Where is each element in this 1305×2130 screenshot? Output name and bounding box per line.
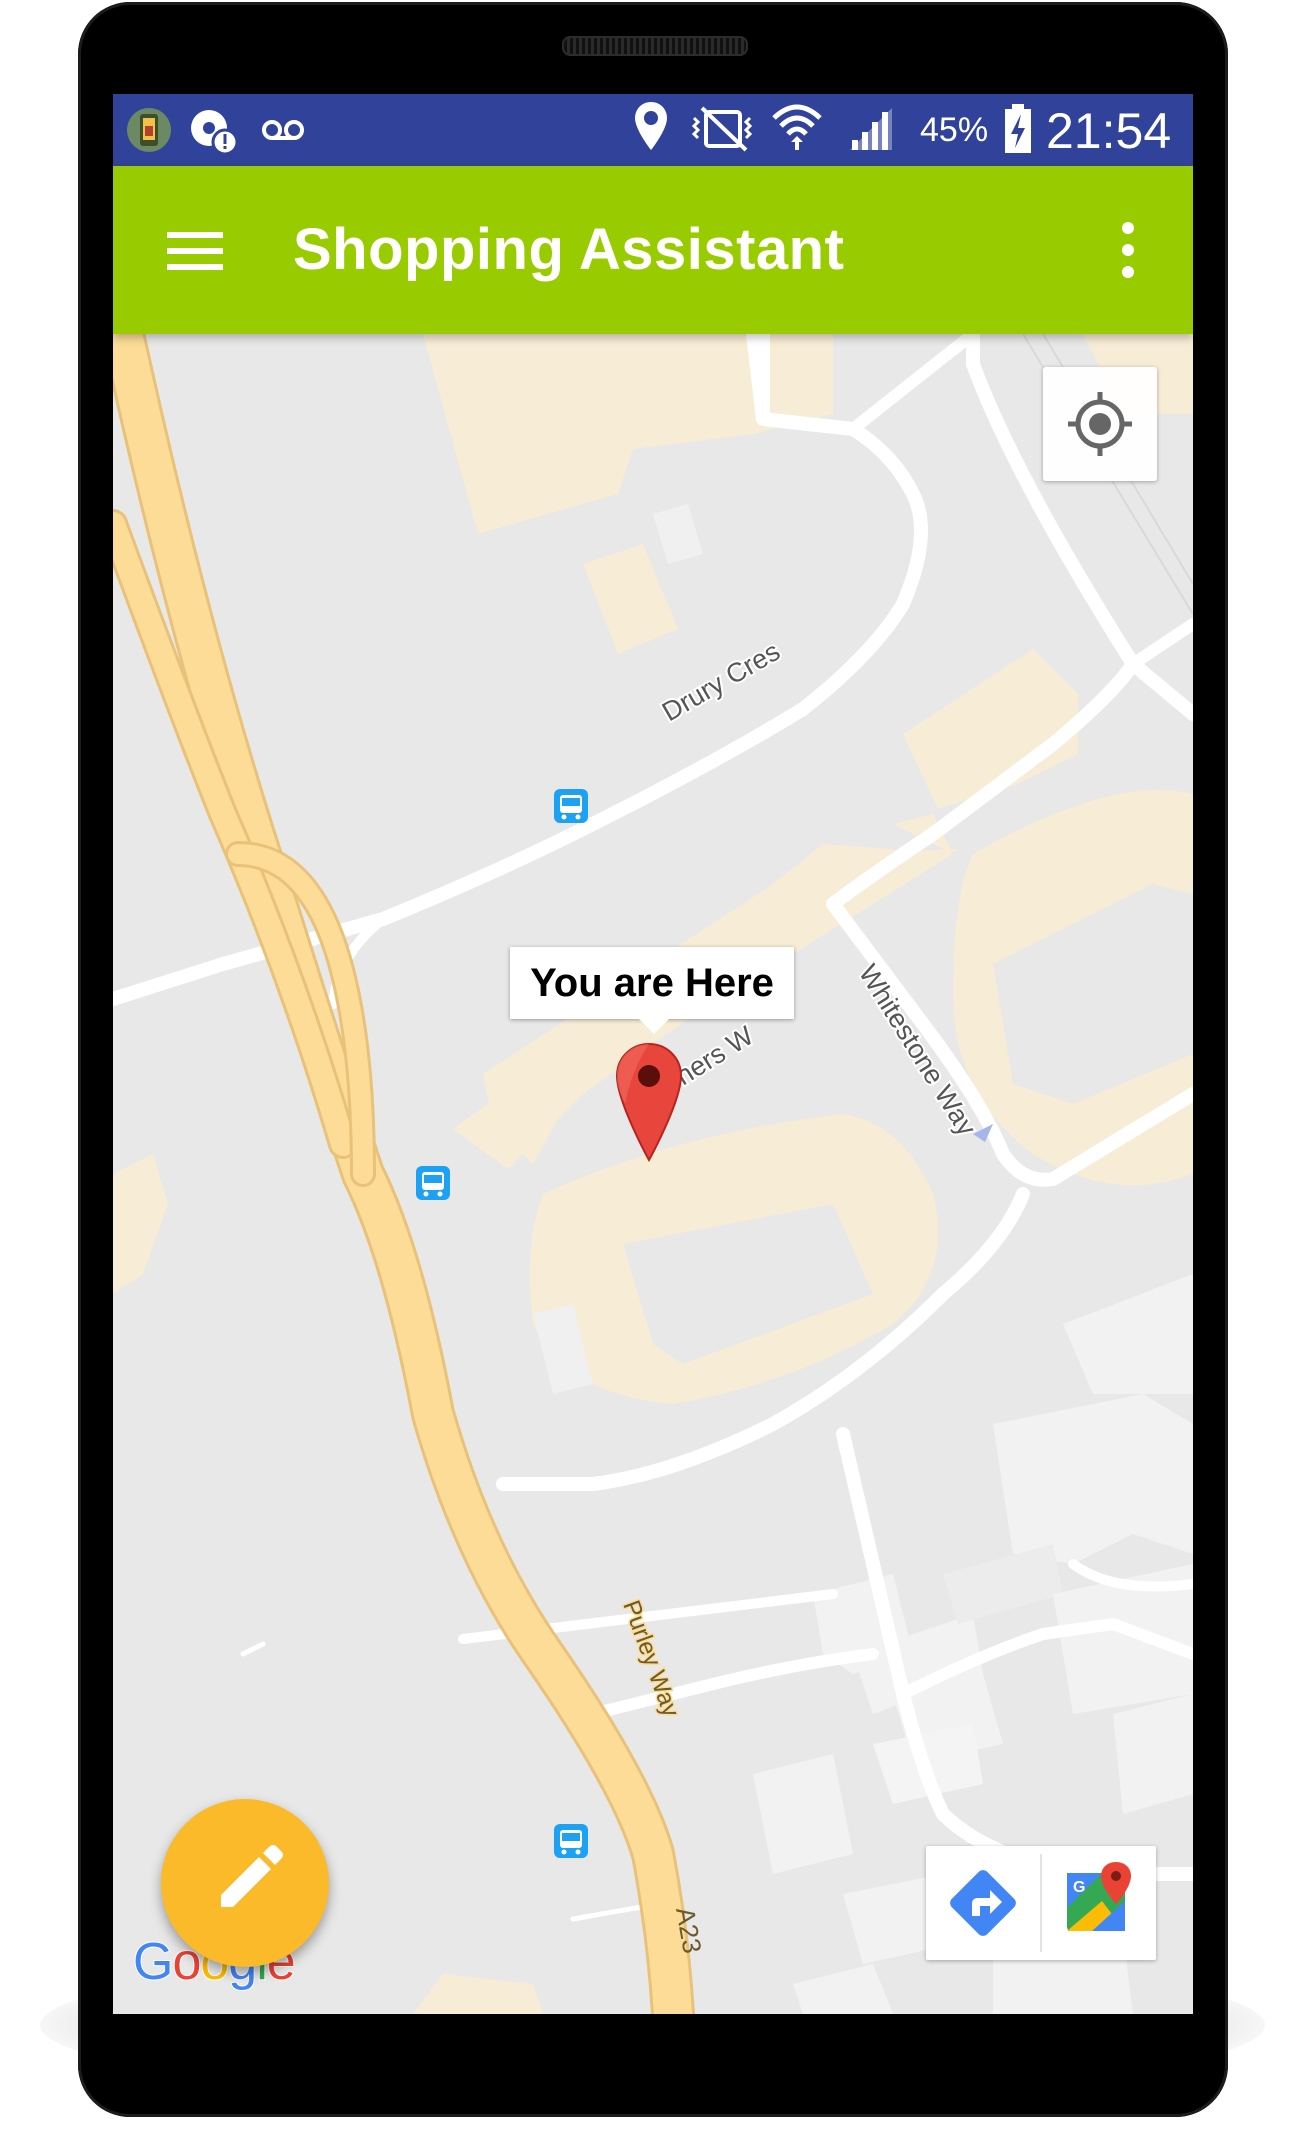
bus-stop-icon[interactable] — [554, 789, 588, 823]
location-icon — [635, 102, 667, 150]
edit-icon — [221, 1845, 283, 1907]
phone-frame: 45% 21:54 Shopping Assistant Drury Cres … — [78, 2, 1228, 2117]
directions-button[interactable] — [926, 1846, 1040, 1960]
overflow-menu-button[interactable] — [1113, 218, 1143, 282]
google-maps-icon: G — [1067, 1862, 1131, 1931]
app-title: Shopping Assistant — [293, 217, 845, 282]
bus-stop-icon[interactable] — [416, 1166, 450, 1200]
svg-text:G: G — [1073, 1879, 1085, 1896]
current-location-marker[interactable] — [615, 1042, 683, 1167]
status-bar: 45% 21:54 — [113, 94, 1193, 166]
map-view[interactable]: Drury Cres Whitestone Way Purley Way A23… — [113, 334, 1193, 2014]
menu-button[interactable] — [165, 226, 225, 276]
my-location-button[interactable] — [1043, 367, 1157, 481]
edit-fab-button[interactable] — [161, 1799, 329, 1967]
open-in-maps-button[interactable]: G — [1042, 1846, 1156, 1960]
screen: 45% 21:54 Shopping Assistant Drury Cres … — [113, 94, 1193, 2014]
battery-percent: 45% — [920, 111, 989, 149]
clock: 21:54 — [1046, 103, 1172, 159]
info-window-tail — [638, 1018, 670, 1034]
map-toolbar: G — [926, 1846, 1156, 1960]
my-location-icon — [1068, 392, 1132, 456]
bus-stop-icon[interactable] — [554, 1824, 588, 1858]
signal-icon — [850, 108, 892, 150]
app-notification-icon — [127, 108, 171, 152]
app-bar: Shopping Assistant — [113, 166, 1193, 334]
wifi-icon — [772, 104, 822, 150]
directions-icon — [950, 1870, 1016, 1936]
sync-error-icon — [191, 110, 239, 156]
map-marker-icon — [615, 1042, 683, 1163]
vibrate-off-icon — [691, 106, 753, 152]
marker-info-window[interactable]: You are Here — [510, 947, 794, 1019]
menu-icon — [167, 232, 223, 270]
overflow-icon — [1122, 222, 1134, 278]
battery-charging-icon — [1005, 104, 1031, 153]
voicemail-icon — [262, 120, 304, 140]
speaker-grille — [562, 36, 748, 56]
